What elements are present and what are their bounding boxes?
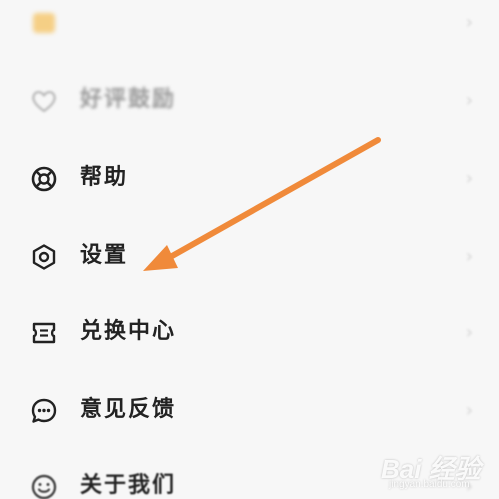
screen: › 好评鼓励 › 帮助 › 设置 › 兑换中心 › 意见反馈 › 关于我们 › … [0, 0, 499, 499]
chevron-right-icon: › [465, 12, 473, 33]
menu-item-top[interactable]: › [0, 0, 499, 52]
ticket-icon [32, 322, 56, 344]
menu-item-label: 兑换中心 [80, 319, 177, 344]
menu-item-rate[interactable]: 好评鼓励 › [0, 70, 499, 130]
chat-bubble-icon [31, 398, 57, 423]
watermark: Bai 经验 jingyan.baidu.com [381, 447, 491, 495]
heart-icon [32, 90, 56, 113]
menu-item-label: 关于我们 [80, 473, 177, 498]
chevron-right-icon: › [465, 246, 473, 267]
menu-item-label: 好评鼓励 [80, 87, 177, 112]
menu-item-redeem[interactable]: 兑换中心 › [0, 302, 499, 362]
menu-item-settings[interactable]: 设置 › [0, 226, 499, 286]
menu-item-feedback[interactable]: 意见反馈 › [0, 380, 499, 440]
lifebuoy-icon [31, 166, 57, 192]
badge-icon [33, 13, 55, 33]
chevron-right-icon: › [465, 400, 473, 421]
smiley-icon [31, 474, 57, 499]
menu-item-label: 设置 [80, 243, 129, 268]
chevron-right-icon: › [465, 168, 473, 189]
menu-item-label: 帮助 [80, 165, 129, 190]
chevron-right-icon: › [465, 90, 473, 111]
watermark-url: jingyan.baidu.com [389, 479, 470, 490]
chevron-right-icon: › [465, 322, 473, 343]
menu-item-help[interactable]: 帮助 › [0, 148, 499, 208]
menu-item-label: 意见反馈 [80, 397, 177, 422]
hexagon-settings-icon [32, 244, 56, 270]
